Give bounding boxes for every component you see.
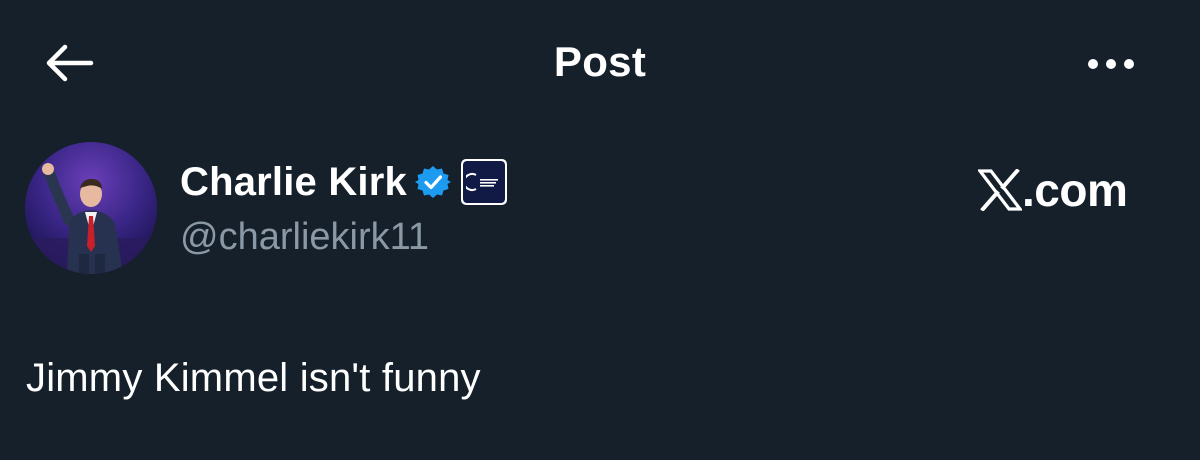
author-display-name[interactable]: Charlie Kirk [180,160,407,205]
verified-badge-icon[interactable] [414,164,451,200]
profile-photo [25,142,157,274]
author-handle[interactable]: @charliekirk11 [180,216,429,259]
top-bar: Post [0,0,1200,124]
more-horizontal-icon [1088,59,1134,69]
author-name-row: Charlie Kirk [180,156,507,208]
watermark-domain: .com [1022,164,1128,216]
avatar[interactable] [25,142,157,274]
more-options-button[interactable] [1078,44,1144,84]
post-text: Jimmy Kimmel isn't funny [26,356,481,400]
watermark: .com [978,162,1128,218]
x-logo-icon [978,169,1022,211]
page-title: Post [553,38,647,85]
organization-logo-icon [462,161,505,203]
affiliate-badge[interactable] [460,159,507,205]
